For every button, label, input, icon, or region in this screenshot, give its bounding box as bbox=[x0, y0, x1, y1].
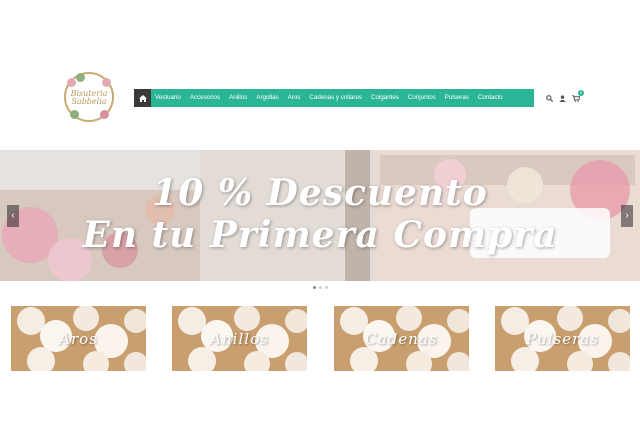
logo-flower bbox=[67, 78, 76, 87]
nav-item-argollas[interactable]: Argollas bbox=[252, 89, 283, 107]
category-label: Pulseras bbox=[526, 330, 599, 348]
nav-item-vestuario[interactable]: Vestuario bbox=[151, 89, 186, 107]
category-tile-anillos[interactable]: Anillos bbox=[172, 306, 307, 371]
nav-item-pulseras[interactable]: Pulseras bbox=[441, 89, 474, 107]
logo-flower bbox=[100, 110, 109, 119]
category-label: Aros bbox=[59, 330, 98, 348]
nav-item-aros[interactable]: Aros bbox=[284, 89, 306, 107]
nav-item-conjuntos[interactable]: Conjuntos bbox=[404, 89, 441, 107]
nav-item-cadenas-y-collares[interactable]: Cadenas y collares bbox=[305, 89, 367, 107]
cart-count-badge: 0 bbox=[578, 90, 584, 96]
nav-item-accesorios[interactable]: Accesorios bbox=[186, 89, 225, 107]
category-label: Anillos bbox=[210, 330, 269, 348]
chevron-left-icon: ‹ bbox=[11, 210, 15, 221]
chevron-right-icon: › bbox=[625, 210, 629, 221]
slide-headline-line2: En tu Primera Compra bbox=[82, 214, 558, 256]
home-icon bbox=[138, 94, 147, 102]
home-button[interactable] bbox=[134, 89, 151, 107]
slider-dot[interactable] bbox=[319, 286, 322, 289]
slider-prev-button[interactable]: ‹ bbox=[7, 205, 19, 227]
search-icon[interactable] bbox=[546, 94, 553, 102]
slider-dot[interactable] bbox=[325, 286, 328, 289]
user-icon[interactable] bbox=[559, 94, 566, 102]
nav-item-colgantes[interactable]: Colgantes bbox=[367, 89, 404, 107]
category-label: Cadenas bbox=[365, 330, 438, 348]
slider-dot[interactable] bbox=[313, 286, 316, 289]
slider-next-button[interactable]: › bbox=[621, 205, 633, 227]
category-tile-cadenas[interactable]: Cadenas bbox=[334, 306, 469, 371]
main-nav: Vestuario Accesorios Anillos Argollas Ar… bbox=[134, 89, 534, 107]
slide-headline-line1: 10 % Descuento bbox=[152, 172, 488, 214]
category-tile-pulseras[interactable]: Pulseras bbox=[495, 306, 630, 371]
nav-item-contacto[interactable]: Contacto bbox=[474, 89, 508, 107]
store-logo[interactable]: Bisuteria Sabbelia bbox=[64, 70, 114, 124]
category-tile-aros[interactable]: Aros bbox=[11, 306, 146, 371]
header-utilities: 0 bbox=[546, 90, 584, 104]
logo-flower bbox=[102, 78, 111, 87]
logo-leaf bbox=[70, 110, 79, 119]
hero-slider[interactable]: 10 % Descuento En tu Primera Compra ‹ › bbox=[0, 150, 640, 281]
slider-pagination bbox=[313, 286, 328, 289]
logo-text: Bisuteria Sabbelia bbox=[70, 89, 108, 106]
logo-leaf bbox=[76, 73, 85, 82]
nav-item-anillos[interactable]: Anillos bbox=[225, 89, 252, 107]
